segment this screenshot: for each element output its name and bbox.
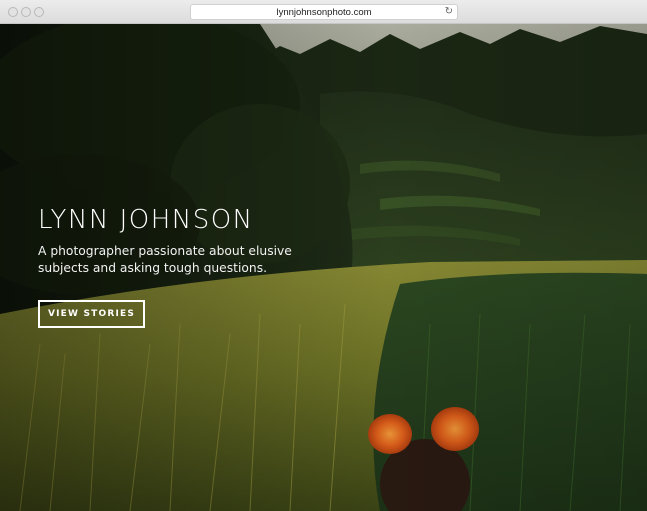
browser-titlebar: lynnjohnsonphoto.com ↻: [0, 0, 647, 24]
minimize-window-button[interactable]: [21, 7, 31, 17]
hero-title: LYNN JOHNSON: [38, 205, 254, 235]
url-text: lynnjohnsonphoto.com: [276, 7, 372, 18]
hero-section: LYNN JOHNSON A photographer passionate a…: [0, 24, 647, 511]
close-window-button[interactable]: [8, 7, 18, 17]
hero-tagline: A photographer passionate about elusive …: [38, 244, 292, 275]
browser-window: lynnjohnsonphoto.com ↻ LYNN JOHNSON A ph…: [0, 0, 647, 511]
reload-icon[interactable]: ↻: [445, 5, 453, 19]
address-bar[interactable]: lynnjohnsonphoto.com ↻: [190, 4, 458, 20]
view-stories-button[interactable]: VIEW STORIES: [38, 300, 145, 328]
maximize-window-button[interactable]: [34, 7, 44, 17]
